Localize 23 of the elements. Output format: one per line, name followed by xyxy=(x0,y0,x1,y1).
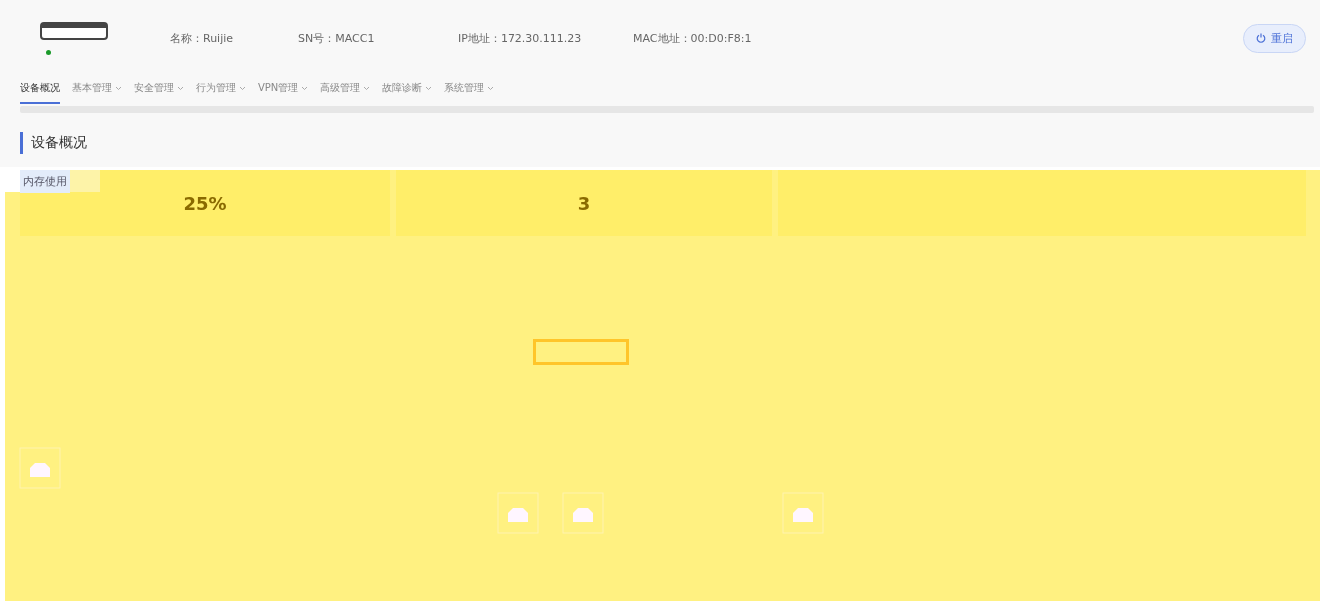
nav-tab[interactable]: 系统管理 xyxy=(444,81,495,104)
router-icon xyxy=(40,21,108,40)
device-info-text: MAC地址：00:D0:F8:1 xyxy=(633,30,753,46)
stat-value: 25% xyxy=(183,192,227,214)
section-title: 设备概况 xyxy=(31,134,87,152)
power-icon xyxy=(1256,33,1266,43)
nav-tab[interactable]: VPN管理 xyxy=(258,81,309,104)
ethernet-port-icon xyxy=(782,492,824,534)
reboot-button[interactable]: 重启 xyxy=(1243,23,1306,53)
device-info-text: SN号：MACC1 xyxy=(298,30,376,46)
nav-tab[interactable]: 基本管理 xyxy=(72,81,122,104)
ethernet-port-icon xyxy=(562,492,604,534)
nav-tab[interactable]: 行为管理 xyxy=(196,81,246,104)
card-label: 内存使用 xyxy=(20,170,70,193)
stat-value: 3 xyxy=(577,192,591,214)
device-info-text: 名称：Ruijie xyxy=(170,30,235,46)
device-info-text: IP地址：172.30.111.23 xyxy=(458,30,583,46)
ethernet-port-icon xyxy=(497,492,539,534)
nav-tab[interactable]: 故障诊断 xyxy=(382,81,433,104)
nav-tab[interactable]: 设备概况 xyxy=(20,81,60,104)
ethernet-port-icon xyxy=(19,447,61,489)
nav-tab[interactable]: 安全管理 xyxy=(134,81,184,104)
nav-tab[interactable]: 高级管理 xyxy=(320,81,371,104)
